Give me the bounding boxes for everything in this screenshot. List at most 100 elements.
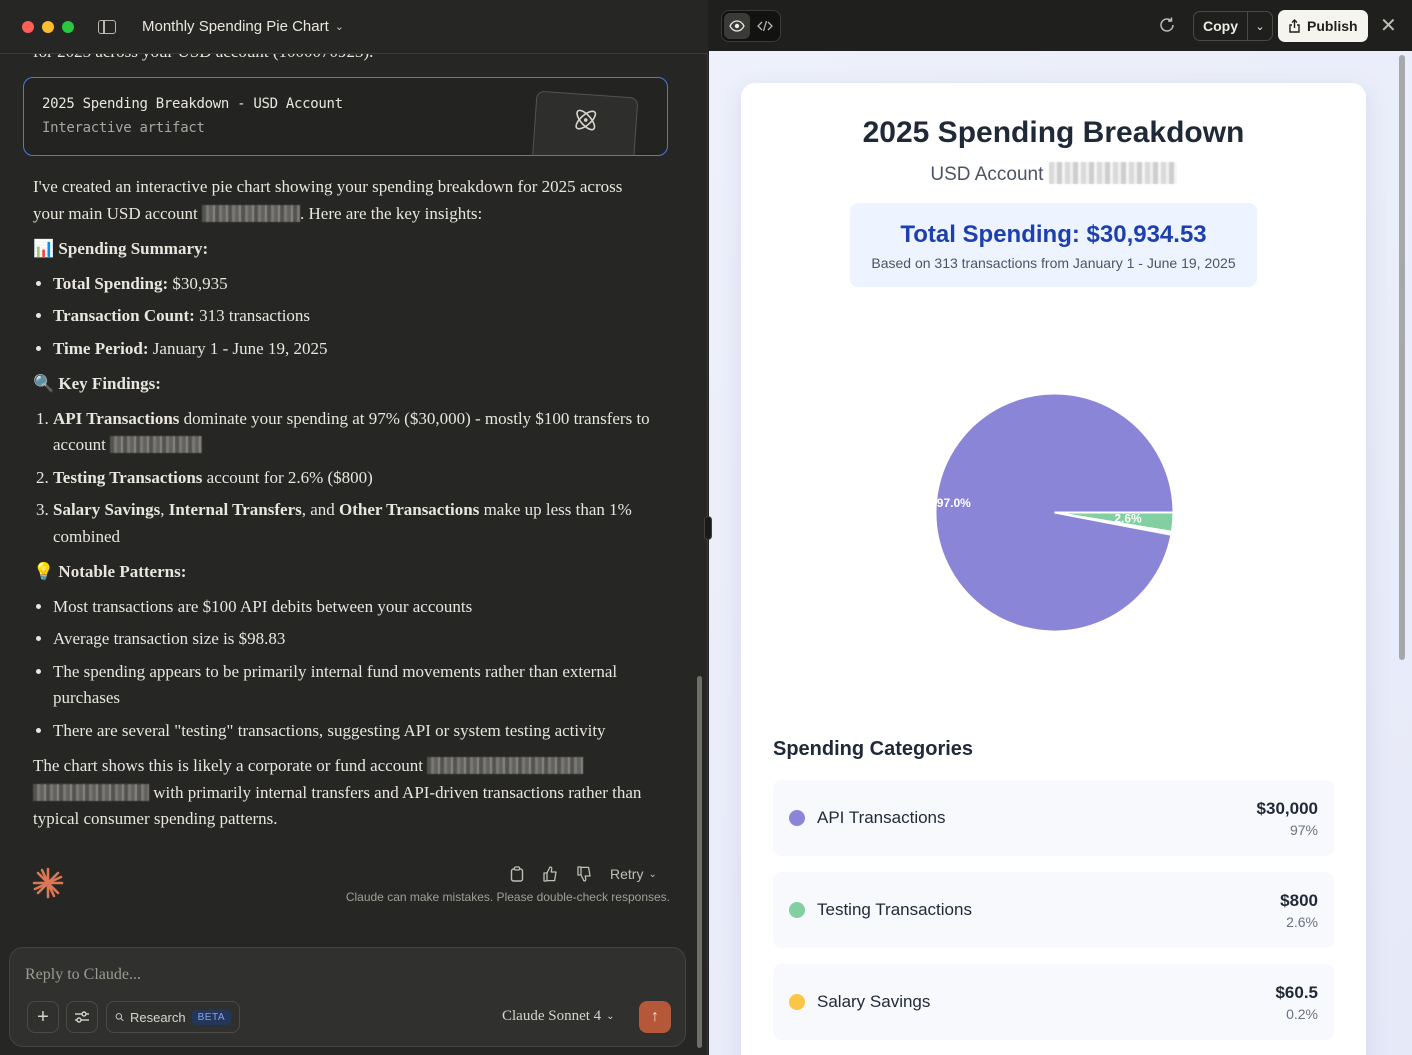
list-item: Transaction Count: 313 transactions (53, 303, 653, 330)
category-name: Salary Savings (817, 992, 931, 1011)
eye-icon (729, 20, 745, 32)
list-item: There are several "testing" transactions… (53, 718, 653, 745)
account-line: USD Account (741, 162, 1366, 186)
summary-list: Total Spending: $30,935 Transaction Coun… (33, 271, 653, 363)
send-button[interactable]: ↑ (639, 1001, 671, 1033)
category-amount: $30,000 (1256, 799, 1318, 818)
copy-icon[interactable] (510, 866, 524, 882)
total-spending-subtitle: Based on 313 transactions from January 1… (871, 255, 1236, 271)
reply-input[interactable]: Reply to Claude... (25, 966, 141, 984)
list-item: API Transactions dominate your spending … (53, 406, 653, 459)
chevron-down-icon: ⌄ (648, 868, 657, 880)
pie-slice-api-transactions[interactable] (934, 392, 1175, 633)
redacted-account (110, 436, 203, 453)
category-percent: 97% (1289, 822, 1318, 838)
list-item: Average transaction size is $98.83 (53, 626, 653, 653)
artifact-thumbnail (531, 90, 639, 155)
preview-tab[interactable] (724, 13, 750, 39)
summary-heading: 📊 Spending Summary: (33, 239, 209, 258)
chat-scrollbar[interactable] (697, 676, 702, 1048)
retry-button[interactable]: Retry ⌄ (610, 866, 657, 882)
chat-scroll-area[interactable]: for 2025 across your USD account (100007… (0, 54, 708, 944)
window-controls (22, 20, 74, 33)
redacted-account (202, 204, 301, 222)
account-label: USD Account (930, 164, 1044, 185)
redacted-account (1048, 162, 1177, 184)
category-row-api[interactable]: API Transactions $30,000 97% (773, 780, 1334, 856)
category-name: Testing Transactions (817, 900, 972, 919)
chevron-down-icon: ⌄ (606, 1011, 615, 1022)
artifact-toolbar: Copy ⌄ Publish ✕ (709, 0, 1412, 51)
total-spending-box: Total Spending: $30,934.53 Based on 313 … (850, 203, 1257, 287)
retry-label: Retry (610, 866, 644, 882)
artifact-card-title: 2025 Spending Breakdown - USD Account (42, 96, 343, 112)
page-title: 2025 Spending Breakdown (862, 116, 1245, 149)
tools-button[interactable] (66, 1001, 98, 1033)
findings-heading: 🔍 Key Findings: (33, 374, 161, 393)
research-label: Research (129, 1009, 186, 1025)
category-row-salary[interactable]: Salary Savings $60.5 0.2% (773, 964, 1334, 1040)
legend-dot (789, 994, 805, 1010)
list-item: The spending appears to be primarily int… (53, 659, 653, 712)
minimize-window-button[interactable] (42, 20, 54, 33)
reload-icon[interactable] (1158, 16, 1176, 34)
category-name: API Transactions (817, 808, 946, 827)
legend-dot (789, 902, 805, 918)
intro-paragraph: I've created an interactive pie chart sh… (33, 174, 653, 227)
atom-icon (575, 109, 597, 131)
redacted-account (427, 757, 584, 774)
spending-card: 2025 Spending Breakdown USD Account Tota… (741, 83, 1366, 1055)
message-actions: Retry ⌄ (510, 866, 657, 882)
thumbs-down-icon[interactable] (576, 866, 592, 882)
pie-chart[interactable]: 2.6% 97.0% (932, 390, 1177, 635)
artifact-card-subtitle: Interactive artifact (42, 120, 205, 136)
clipped-text-line: for 2025 across your USD account (100007… (33, 54, 373, 62)
search-icon (115, 1013, 124, 1022)
artifact-card[interactable]: 2025 Spending Breakdown - USD Account In… (23, 77, 668, 156)
add-attachment-button[interactable]: + (27, 1001, 59, 1033)
pie-label-api-transactions: 97.0% (937, 496, 971, 510)
arrow-up-icon: ↑ (651, 1008, 659, 1025)
composer: Reply to Claude... + Research BETA Claud… (9, 947, 686, 1047)
chat-title-dropdown[interactable]: Monthly Spending Pie Chart ⌄ (142, 18, 344, 35)
categories-title: Spending Categories (773, 738, 974, 760)
closing-paragraph: The chart shows this is likely a corpora… (33, 753, 653, 833)
list-item: Time Period: January 1 - June 19, 2025 (53, 336, 653, 363)
assistant-message: I've created an interactive pie chart sh… (33, 174, 653, 842)
artifact-pane: Copy ⌄ Publish ✕ 2025 Spending Breakdown… (709, 0, 1412, 1055)
publish-button[interactable]: Publish (1278, 10, 1368, 42)
disclaimer-text: Claude can make mistakes. Please double-… (345, 890, 670, 904)
chat-title: Monthly Spending Pie Chart (142, 18, 329, 35)
maximize-window-button[interactable] (62, 20, 74, 33)
model-name: Claude Sonnet 4 (502, 1008, 602, 1024)
category-row-testing[interactable]: Testing Transactions $800 2.6% (773, 872, 1334, 948)
close-artifact-icon[interactable]: ✕ (1380, 13, 1397, 38)
research-button[interactable]: Research BETA (106, 1001, 240, 1033)
sidebar-toggle-icon[interactable] (98, 19, 116, 34)
beta-badge: BETA (191, 1009, 231, 1025)
list-item: Salary Savings, Internal Transfers, and … (53, 497, 653, 550)
thumbs-up-icon[interactable] (542, 866, 558, 882)
close-window-button[interactable] (22, 20, 34, 33)
category-percent: 2.6% (1286, 914, 1318, 930)
claude-logo-icon (32, 867, 64, 899)
copy-options-button[interactable]: ⌄ (1248, 12, 1272, 40)
share-icon (1289, 19, 1300, 33)
model-selector[interactable]: Claude Sonnet 4 ⌄ (502, 1008, 615, 1025)
plus-icon: + (37, 1005, 49, 1028)
artifact-canvas[interactable]: 2025 Spending Breakdown USD Account Tota… (709, 51, 1412, 1055)
list-item: Most transactions are $100 API debits be… (53, 594, 653, 621)
artifact-scrollbar[interactable] (1399, 55, 1405, 660)
code-tab[interactable] (752, 13, 778, 39)
pane-resize-handle[interactable] (704, 516, 712, 540)
chevron-down-icon: ⌄ (334, 21, 344, 33)
title-bar: Monthly Spending Pie Chart ⌄ (0, 0, 708, 54)
publish-label: Publish (1307, 18, 1358, 34)
redacted-account (33, 783, 149, 801)
copy-button[interactable]: Copy (1194, 12, 1248, 40)
legend-dot (789, 810, 805, 826)
category-amount: $60.5 (1275, 983, 1318, 1002)
copy-button-group: Copy ⌄ (1193, 11, 1273, 41)
sliders-icon (75, 1011, 89, 1023)
view-toggle (721, 10, 781, 42)
